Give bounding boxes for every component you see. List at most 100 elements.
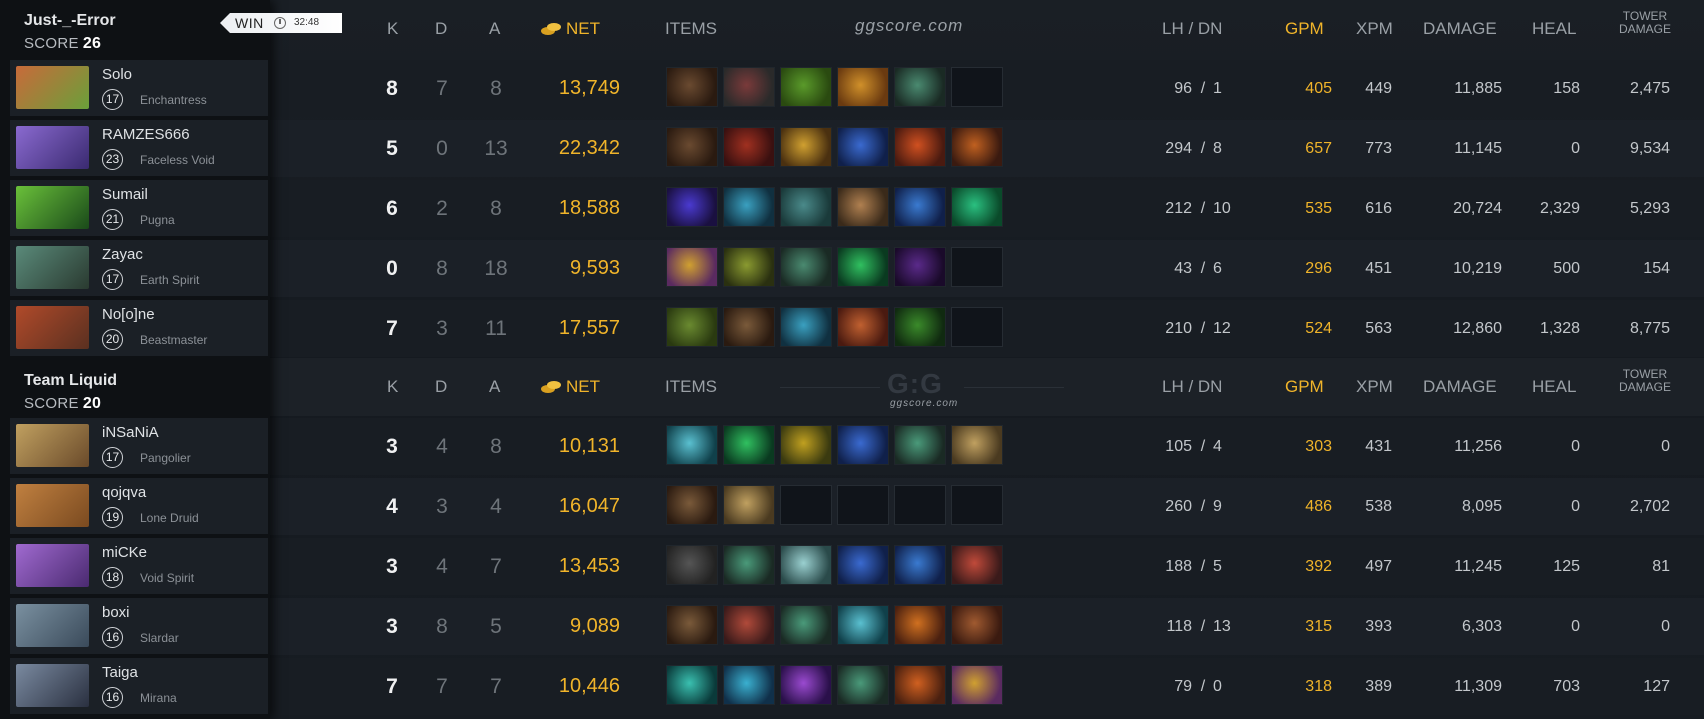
item-icon[interactable] <box>723 67 775 107</box>
item-icon[interactable] <box>780 187 832 227</box>
item-icon[interactable] <box>894 67 946 107</box>
player-card[interactable]: qojqva 19 Lone Druid <box>10 478 268 534</box>
item-icon[interactable] <box>723 605 775 645</box>
item-icon[interactable] <box>723 485 775 525</box>
item-icon[interactable] <box>894 247 946 287</box>
item-icon[interactable] <box>666 485 718 525</box>
item-slots <box>666 485 1006 525</box>
hero-name: Slardar <box>140 631 179 645</box>
item-icon[interactable] <box>723 545 775 585</box>
heal: 158 <box>1553 80 1580 97</box>
item-icon[interactable] <box>780 307 832 347</box>
empty-item-slot <box>951 307 1003 347</box>
player-name: Sumail <box>102 186 148 203</box>
player-card[interactable]: No[o]ne 20 Beastmaster <box>10 300 268 356</box>
item-icon[interactable] <box>837 545 889 585</box>
player-stat-row: 3 4 7 13,453 188/5 392 497 11,245 125 81 <box>270 538 1704 595</box>
item-icon[interactable] <box>951 605 1003 645</box>
hero-portrait <box>16 484 89 527</box>
score-value: 26 <box>82 35 102 52</box>
item-icon[interactable] <box>780 67 832 107</box>
item-icon[interactable] <box>666 307 718 347</box>
item-icon[interactable] <box>837 425 889 465</box>
heal: 500 <box>1553 260 1580 277</box>
item-icon[interactable] <box>666 545 718 585</box>
player-card[interactable]: boxi 16 Slardar <box>10 598 268 654</box>
item-icon[interactable] <box>780 247 832 287</box>
team-sidebar: Just-_-Error SCORE 26 Team Liquid SCORE 20… <box>0 0 270 719</box>
item-icon[interactable] <box>723 665 775 705</box>
player-card[interactable]: Solo 17 Enchantress <box>10 60 268 116</box>
item-icon[interactable] <box>837 67 889 107</box>
team-score: SCORE 26 <box>24 35 116 53</box>
item-icon[interactable] <box>837 247 889 287</box>
item-icon[interactable] <box>894 127 946 167</box>
team-header-radiant: Just-_-Error SCORE 26 <box>24 12 116 53</box>
damage: 8,095 <box>1461 498 1502 515</box>
item-icon[interactable] <box>666 67 718 107</box>
player-card[interactable]: RAMZES666 23 Faceless Void <box>10 120 268 176</box>
item-icon[interactable] <box>894 605 946 645</box>
kills: 6 <box>386 197 398 220</box>
player-card[interactable]: iNSaNiA 17 Pangolier <box>10 418 268 474</box>
hero-name: Faceless Void <box>140 153 215 167</box>
item-icon[interactable] <box>837 605 889 645</box>
item-icon[interactable] <box>723 307 775 347</box>
player-card[interactable]: Sumail 21 Pugna <box>10 180 268 236</box>
player-stat-row: 0 8 18 9,593 43/6 296 451 10,219 500 154 <box>270 240 1704 297</box>
item-icon[interactable] <box>723 127 775 167</box>
player-card[interactable]: Taiga 16 Mirana <box>10 658 268 714</box>
item-icon[interactable] <box>894 187 946 227</box>
item-icon[interactable] <box>951 187 1003 227</box>
match-duration: 32:48 <box>294 17 320 28</box>
item-icon[interactable] <box>780 425 832 465</box>
player-card[interactable]: Zayac 17 Earth Spirit <box>10 240 268 296</box>
hero-level: 21 <box>102 209 123 230</box>
item-icon[interactable] <box>837 127 889 167</box>
item-icon[interactable] <box>951 127 1003 167</box>
item-icon[interactable] <box>837 307 889 347</box>
item-icon[interactable] <box>780 545 832 585</box>
item-icon[interactable] <box>666 665 718 705</box>
item-icon[interactable] <box>951 665 1003 705</box>
player-name: iNSaNiA <box>102 424 159 441</box>
item-icon[interactable] <box>723 425 775 465</box>
win-badge: WIN 32:48 <box>220 13 342 33</box>
player-card[interactable]: miCKe 18 Void Spirit <box>10 538 268 594</box>
item-icon[interactable] <box>666 425 718 465</box>
item-icon[interactable] <box>894 545 946 585</box>
item-icon[interactable] <box>951 545 1003 585</box>
item-icon[interactable] <box>666 187 718 227</box>
item-icon[interactable] <box>837 187 889 227</box>
deaths: 8 <box>436 257 448 280</box>
tower-damage: 0 <box>1661 618 1670 635</box>
net-worth: 9,089 <box>569 615 620 637</box>
hero-portrait <box>16 664 89 707</box>
item-icon[interactable] <box>894 425 946 465</box>
item-icon[interactable] <box>894 665 946 705</box>
col-lh-dn: LH / DN <box>1162 377 1223 396</box>
net-worth: 16,047 <box>558 495 620 517</box>
tower-line2: DAMAGE <box>1618 380 1671 394</box>
player-stat-row: 7 7 7 10,446 79/0 318 389 11,309 703 127 <box>270 658 1704 715</box>
col-damage: DAMAGE <box>1423 19 1497 38</box>
item-icon[interactable] <box>666 127 718 167</box>
item-icon[interactable] <box>894 307 946 347</box>
item-icon[interactable] <box>780 605 832 645</box>
item-icon[interactable] <box>951 425 1003 465</box>
hero-portrait <box>16 604 89 647</box>
item-icon[interactable] <box>780 665 832 705</box>
item-icon[interactable] <box>723 187 775 227</box>
net-worth: 10,131 <box>558 435 620 457</box>
item-icon[interactable] <box>666 605 718 645</box>
deaths: 4 <box>436 555 448 578</box>
lh-dn-separator: / <box>1200 80 1206 97</box>
gpm: 486 <box>1305 498 1332 515</box>
item-icon[interactable] <box>837 665 889 705</box>
hero-name: Pangolier <box>140 451 191 465</box>
player-stat-row: 3 4 8 10,131 105/4 303 431 11,256 0 0 <box>270 418 1704 475</box>
item-icon[interactable] <box>666 247 718 287</box>
item-icon[interactable] <box>780 127 832 167</box>
item-icon[interactable] <box>723 247 775 287</box>
xpm: 451 <box>1365 260 1392 277</box>
